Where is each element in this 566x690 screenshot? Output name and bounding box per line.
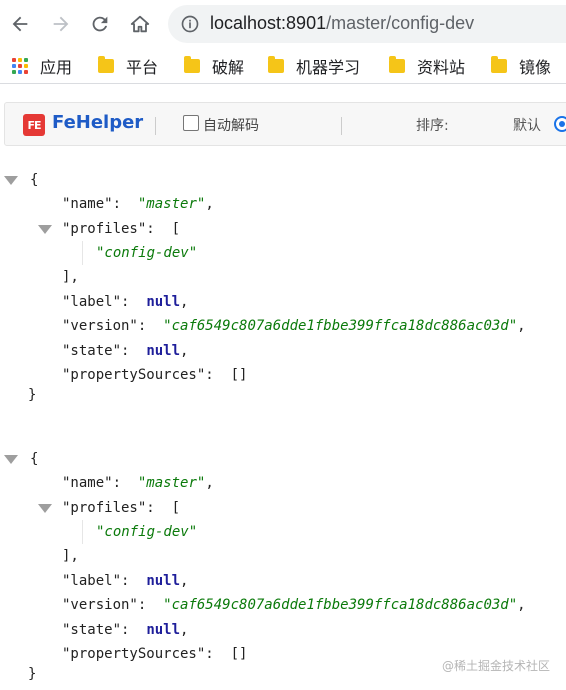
- info-icon[interactable]: [180, 14, 200, 34]
- sort-label: 排序:: [416, 118, 449, 134]
- bookmark-resources[interactable]: 资料站: [389, 53, 465, 79]
- json-string-value: "caf6549c807a6dde1fbbe399ffca18dc886ac03…: [163, 596, 518, 613]
- json-row-state: "state": null,: [62, 618, 188, 642]
- json-key: "label": [62, 293, 122, 310]
- json-string-value: "master": [137, 474, 206, 491]
- sort-default-radio[interactable]: [554, 116, 566, 132]
- json-close-bracket: ],: [62, 268, 79, 285]
- home-icon: [130, 15, 150, 33]
- json-row-property-sources: "propertySources": []: [62, 363, 247, 387]
- json-string-value: "config-dev": [96, 523, 198, 540]
- json-row-version: "version": "caf6549c807a6dde1fbbe399ffca…: [62, 314, 526, 338]
- json-close-brace: }: [28, 386, 37, 403]
- json-null-value: null: [146, 342, 181, 359]
- json-key: "version": [62, 317, 138, 334]
- json-key: "state": [62, 342, 122, 359]
- fehelper-title: FeHelper: [52, 112, 144, 133]
- fehelper-logo-icon: FE: [23, 114, 45, 136]
- json-string-value: "caf6549c807a6dde1fbbe399ffca18dc886ac03…: [163, 317, 518, 334]
- json-string-value: "master": [137, 195, 206, 212]
- json-key: "name": [62, 195, 113, 212]
- collapse-toggle-icon[interactable]: [4, 176, 18, 186]
- sort-default-label[interactable]: 默认: [513, 115, 541, 135]
- json-row-profiles-item: "config-dev": [96, 520, 197, 544]
- json-open-brace: {: [30, 450, 39, 467]
- json-row-name: "name": "master",: [62, 471, 214, 495]
- folder-icon: [268, 56, 284, 73]
- json-row-version: "version": "caf6549c807a6dde1fbbe399ffca…: [62, 593, 526, 617]
- folder-icon: [491, 56, 507, 73]
- json-key: "profiles": [62, 499, 147, 516]
- json-row-profiles-item: "config-dev": [96, 241, 197, 265]
- watermark: @稀土掘金技术社区: [441, 659, 550, 673]
- reload-icon: [92, 16, 108, 32]
- bookmark-mirror[interactable]: 镜像: [491, 53, 551, 79]
- json-row-property-sources: "propertySources": []: [62, 642, 247, 666]
- bookmark-apps[interactable]: 应用: [12, 53, 72, 79]
- json-row-name: "name": "master",: [62, 192, 214, 216]
- bookmark-label: 应用: [40, 58, 73, 77]
- json-array-value: []: [230, 645, 248, 662]
- collapse-toggle-icon[interactable]: [38, 225, 52, 235]
- folder-icon: [98, 56, 114, 73]
- json-row-profiles: "profiles": [: [62, 496, 180, 520]
- json-row-state: "state": null,: [62, 339, 188, 363]
- json-open-brace: {: [30, 171, 39, 188]
- json-key: "state": [62, 621, 122, 638]
- auto-decode-checkbox[interactable]: [183, 115, 199, 131]
- json-null-value: null: [146, 621, 181, 638]
- bookmark-label: 平台: [126, 58, 159, 77]
- json-row-profiles: "profiles": [: [62, 217, 180, 241]
- url-text[interactable]: localhost:8901/master/config-dev: [210, 13, 474, 34]
- json-close-bracket: ],: [62, 547, 79, 564]
- bookmark-label: 机器学习: [296, 58, 361, 77]
- json-array-value: []: [230, 366, 248, 383]
- toolbar-divider: [155, 117, 156, 135]
- json-null-value: null: [146, 293, 181, 310]
- collapse-toggle-icon[interactable]: [38, 504, 52, 514]
- toolbar-divider: [341, 117, 342, 135]
- json-key: "propertySources": [62, 645, 206, 662]
- json-key: "label": [62, 572, 122, 589]
- bookmark-label: 破解: [212, 58, 245, 77]
- bookmark-platform[interactable]: 平台: [98, 53, 158, 79]
- back-arrow-icon: [12, 16, 28, 32]
- browser-toolbar: localhost:8901/master/config-dev: [0, 0, 566, 48]
- home-button[interactable]: [126, 10, 154, 38]
- auto-decode-label[interactable]: 自动解码: [203, 115, 259, 135]
- json-key: "version": [62, 596, 138, 613]
- folder-icon: [389, 56, 405, 73]
- folder-icon: [184, 56, 200, 73]
- json-row-label: "label": null,: [62, 569, 188, 593]
- json-string-value: "config-dev": [96, 244, 198, 261]
- bookmark-label: 镜像: [519, 58, 552, 77]
- bookmark-machine-learning[interactable]: 机器学习: [268, 53, 360, 79]
- json-key: "propertySources": [62, 366, 206, 383]
- fehelper-toolbar: FE FeHelper 自动解码 排序: 默认: [4, 102, 566, 146]
- bookmarks-bar: 应用 平台 破解 机器学习 资料站 镜像: [0, 48, 566, 84]
- back-button[interactable]: [6, 10, 34, 38]
- url-path: /master/config-dev: [326, 13, 475, 33]
- collapse-toggle-icon[interactable]: [4, 455, 18, 465]
- address-bar[interactable]: localhost:8901/master/config-dev: [168, 5, 566, 43]
- json-null-value: null: [146, 572, 181, 589]
- bookmark-crack[interactable]: 破解: [184, 53, 244, 79]
- forward-arrow-icon: [53, 16, 69, 32]
- reload-button[interactable]: [86, 10, 114, 38]
- json-key: "profiles": [62, 220, 147, 237]
- json-row-label: "label": null,: [62, 290, 188, 314]
- apps-grid-icon: [12, 58, 28, 74]
- indent-guide: [82, 520, 83, 544]
- json-key: "name": [62, 474, 113, 491]
- bookmark-label: 资料站: [417, 58, 466, 77]
- forward-button[interactable]: [47, 10, 75, 38]
- json-close-brace: }: [28, 665, 37, 682]
- indent-guide: [82, 241, 83, 265]
- url-host: localhost:8901: [210, 13, 327, 33]
